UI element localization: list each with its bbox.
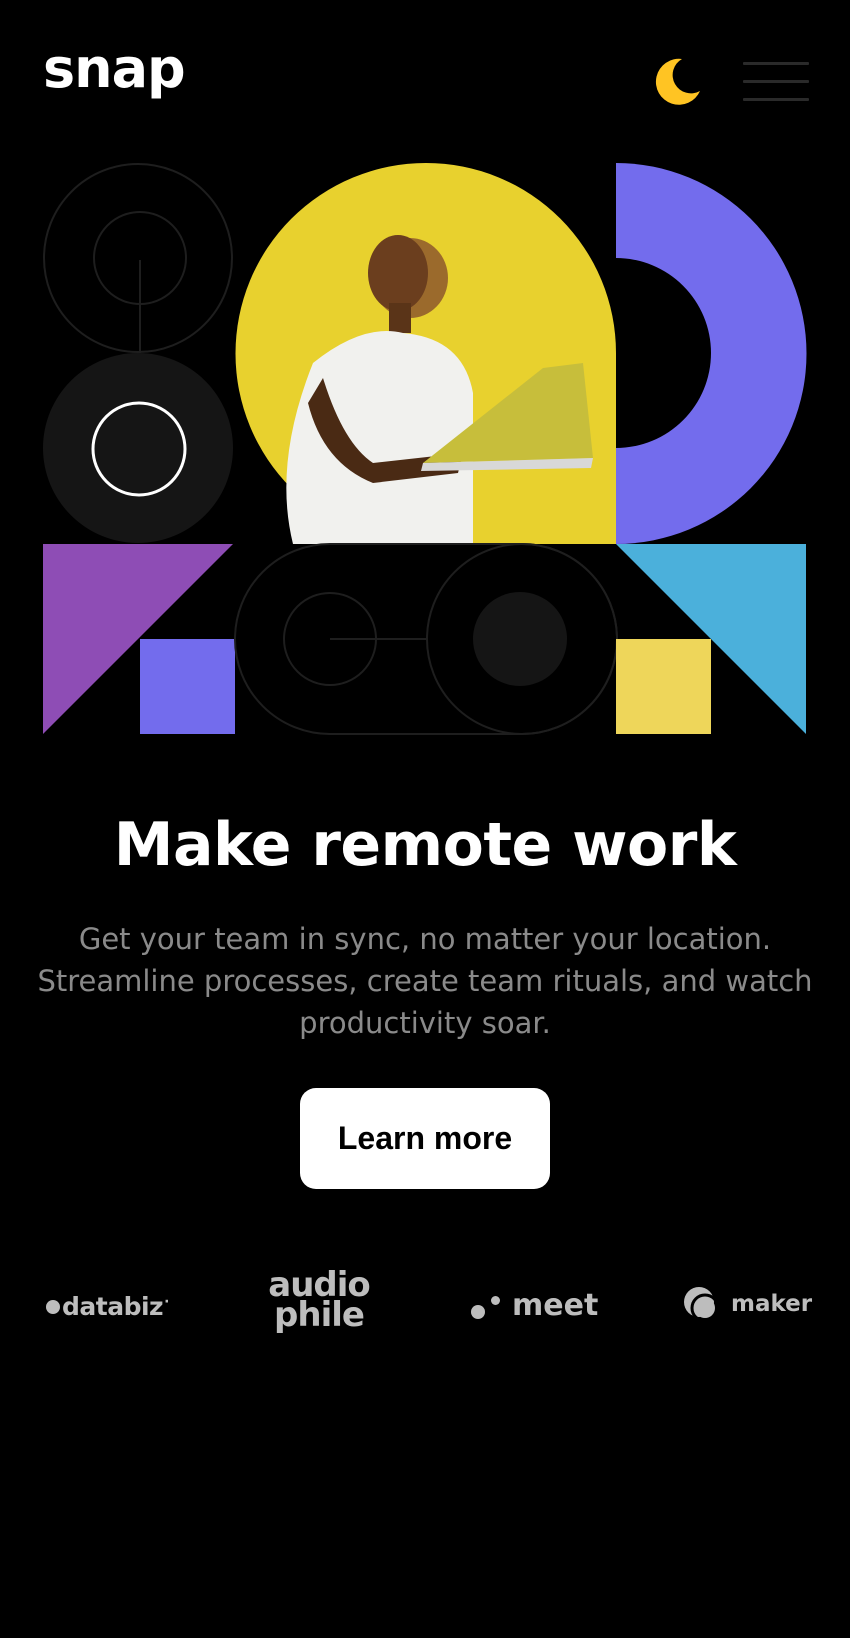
hero-description: Get your team in sync, no matter your lo… (37, 922, 813, 1040)
moon-icon (655, 58, 700, 105)
maker-mark-icon (684, 1287, 719, 1322)
theme-toggle-button[interactable] (652, 55, 704, 107)
hero-illustration (43, 163, 808, 737)
audiophile-logo: audio phile (268, 1265, 370, 1335)
maker-logo: maker (683, 1286, 812, 1322)
hero-title: Make remote work (113, 810, 737, 880)
databiz-logo: databiz · (46, 1292, 169, 1321)
learn-more-button[interactable]: Learn more (300, 1088, 550, 1189)
hero-geometric-art (43, 163, 807, 735)
snap-logo[interactable]: snap (43, 42, 186, 96)
menu-button[interactable] (743, 62, 809, 102)
meet-logo: meet (471, 1288, 598, 1323)
client-logos: databiz · audio phile meet maker (0, 1265, 850, 1340)
hero-photo (235, 163, 617, 544)
